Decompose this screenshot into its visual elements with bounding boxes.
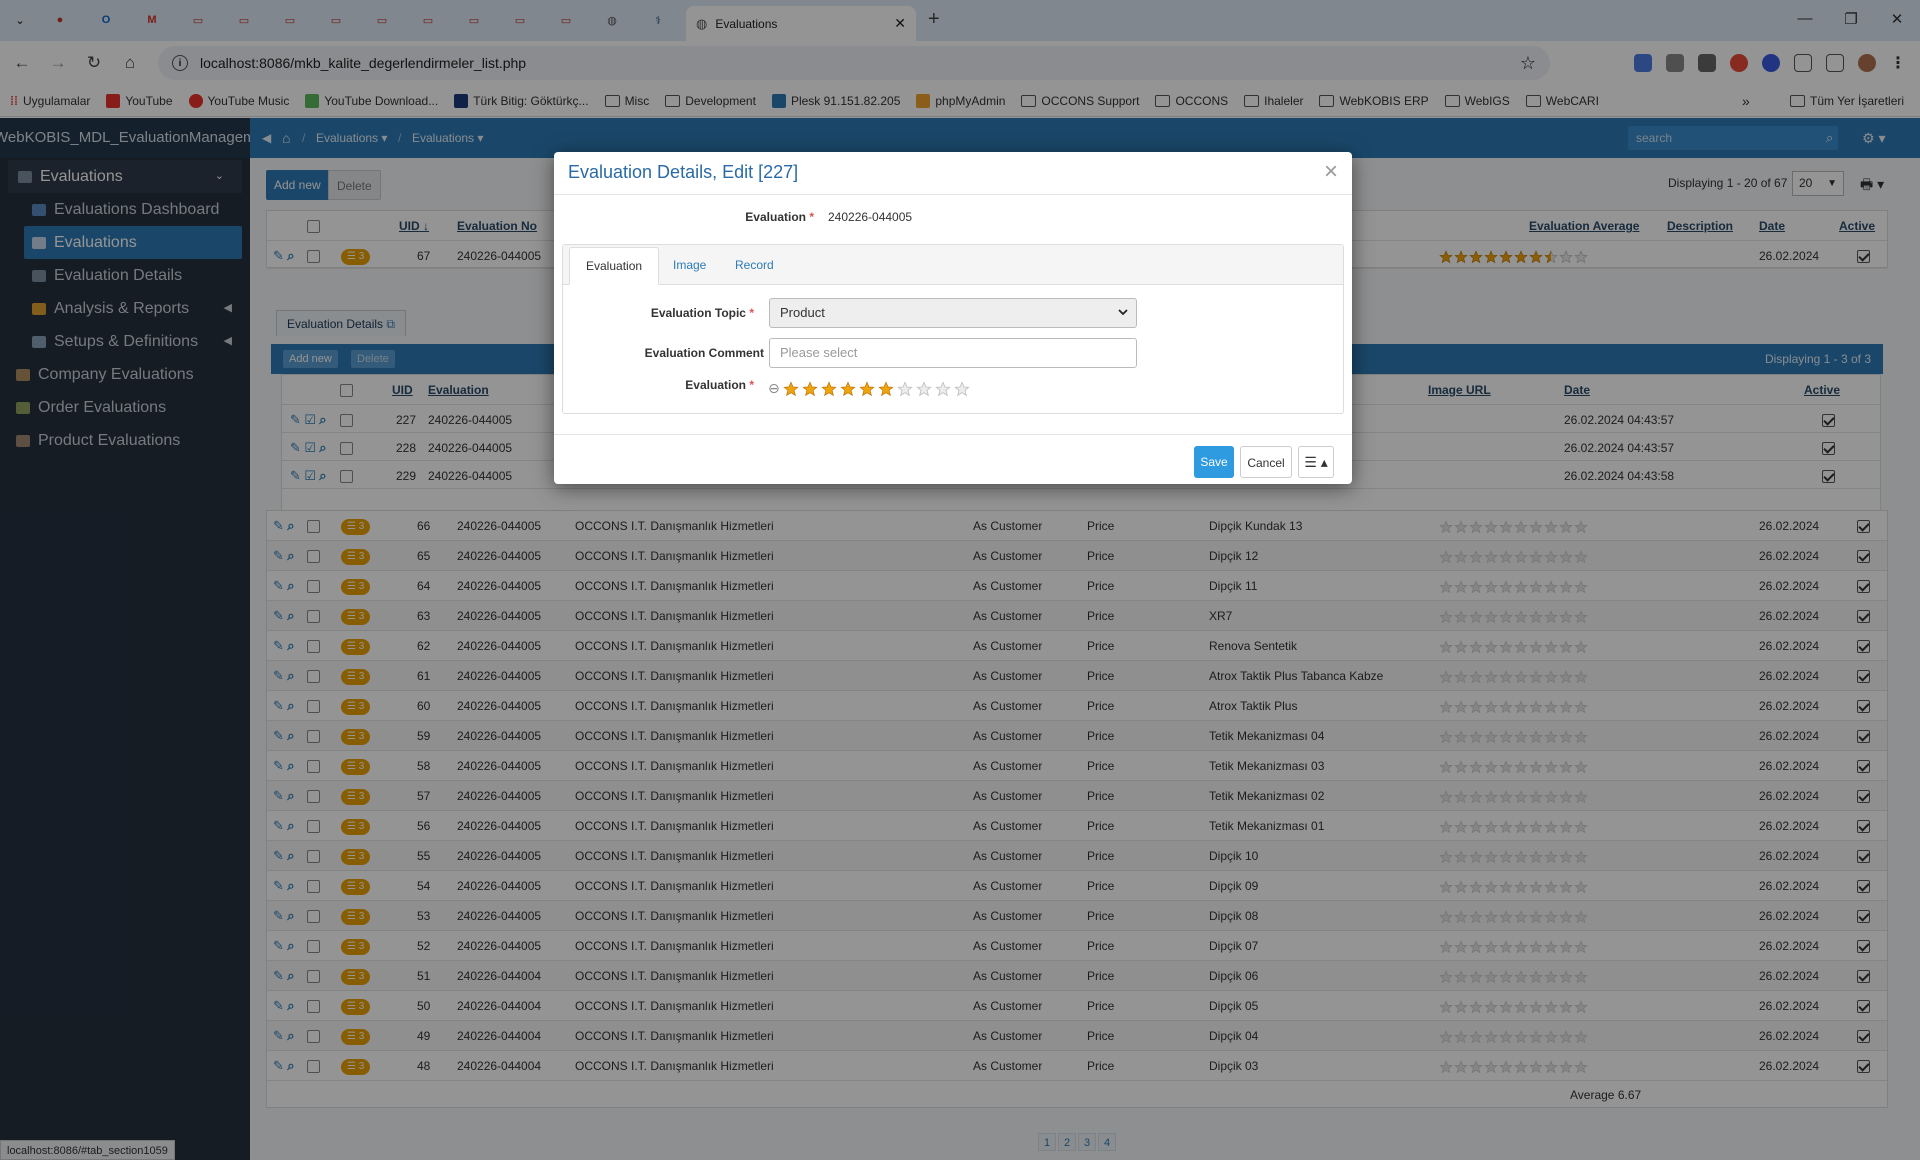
chevron-down-icon bbox=[1118, 309, 1128, 316]
rating-star-icon[interactable] bbox=[802, 380, 818, 397]
evaluation-topic-label: Evaluation Topic * bbox=[650, 306, 754, 320]
tab-record[interactable]: Record bbox=[719, 247, 790, 285]
close-icon[interactable]: × bbox=[1324, 158, 1338, 186]
rating-star-icon[interactable] bbox=[821, 380, 837, 397]
cancel-button[interactable]: Cancel bbox=[1240, 446, 1292, 478]
modal-title: Evaluation Details, Edit [227] bbox=[568, 162, 799, 182]
evaluation-topic-select[interactable]: Product bbox=[769, 298, 1137, 328]
rating-star-icon[interactable] bbox=[878, 380, 894, 397]
clear-rating-icon[interactable]: ⊖ bbox=[768, 380, 780, 397]
divider bbox=[554, 434, 1352, 435]
evaluation-rating-input[interactable]: ⊖ bbox=[768, 380, 970, 397]
save-button[interactable]: Save bbox=[1194, 446, 1234, 478]
rating-star-icon[interactable] bbox=[783, 380, 799, 397]
modal-tabs: Evaluation Image Record bbox=[563, 245, 1343, 285]
rating-star-icon[interactable] bbox=[935, 380, 951, 397]
rating-star-icon[interactable] bbox=[916, 380, 932, 397]
divider bbox=[554, 194, 1352, 195]
tab-evaluation[interactable]: Evaluation bbox=[569, 247, 660, 285]
evaluation-rating-label: Evaluation * bbox=[685, 378, 754, 392]
evaluation-value: 240226-044005 bbox=[828, 210, 913, 224]
tab-image[interactable]: Image bbox=[657, 247, 722, 285]
evaluation-label: Evaluation * bbox=[745, 210, 814, 224]
rating-star-icon[interactable] bbox=[897, 380, 913, 397]
rating-star-icon[interactable] bbox=[954, 380, 970, 397]
menu-icon: ☰ ▴ bbox=[1304, 454, 1328, 470]
rating-star-icon[interactable] bbox=[840, 380, 856, 397]
rating-star-icon[interactable] bbox=[859, 380, 875, 397]
evaluation-comment-label: Evaluation Comment bbox=[644, 346, 764, 360]
evaluation-comment-input[interactable]: Please select bbox=[769, 338, 1137, 368]
edit-modal: Evaluation Details, Edit [227] × Evaluat… bbox=[554, 152, 1352, 484]
more-actions-button[interactable]: ☰ ▴ bbox=[1298, 446, 1334, 478]
